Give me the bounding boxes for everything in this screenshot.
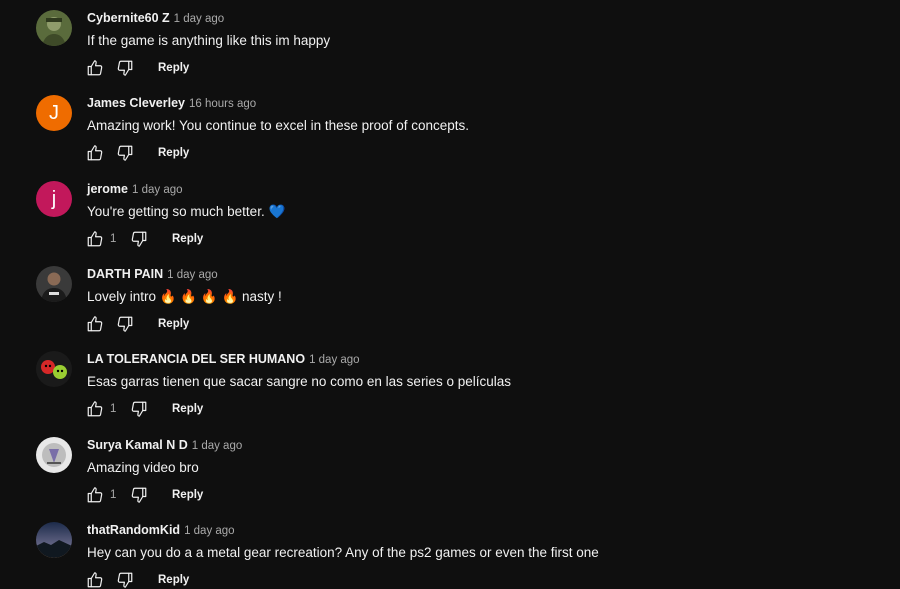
comment-header: James Cleverley 16 hours ago bbox=[87, 95, 256, 112]
comment-item: Surya Kamal N D 1 day ago Amazing video br… bbox=[0, 427, 900, 513]
comment-text: You're getting so much better. 💙 bbox=[87, 204, 286, 219]
reply-button[interactable]: Reply bbox=[172, 489, 203, 501]
comment-timestamp[interactable]: 1 day ago bbox=[192, 440, 243, 452]
comment-text: Hey can you do a a metal gear recreation… bbox=[87, 545, 599, 560]
thumbs-down-icon[interactable] bbox=[114, 142, 136, 164]
like-count: 1 bbox=[110, 233, 117, 245]
comment-header: thatRandomKid 1 day ago bbox=[87, 522, 235, 539]
reply-button[interactable]: Reply bbox=[158, 62, 189, 74]
thumbs-up-icon[interactable] bbox=[84, 398, 106, 420]
comment-actions: Reply bbox=[84, 569, 189, 589]
comment-actions: 1 Reply bbox=[84, 228, 203, 250]
comment-header: DARTH PAIN 1 day ago bbox=[87, 266, 218, 283]
soldier-avatar-icon[interactable] bbox=[36, 10, 72, 46]
comment-text: If the game is anything like this im hap… bbox=[87, 33, 331, 48]
author-name[interactable]: LA TOLERANCIA DEL SER HUMANO bbox=[87, 352, 305, 366]
comment-text: Amazing work! You continue to excel in t… bbox=[87, 118, 469, 133]
comment-actions: 1 Reply bbox=[84, 484, 203, 506]
reply-button[interactable]: Reply bbox=[172, 233, 203, 245]
author-name[interactable]: thatRandomKid bbox=[87, 523, 180, 537]
comment-actions: Reply bbox=[84, 313, 189, 335]
comment-item: DARTH PAIN 1 day ago Lovely intro 🔥 🔥 🔥 🔥 … bbox=[0, 256, 900, 342]
thumbs-up-icon[interactable] bbox=[84, 228, 106, 250]
like-count: 1 bbox=[110, 489, 117, 501]
comment-actions: Reply bbox=[84, 142, 189, 164]
comment-timestamp[interactable]: 1 day ago bbox=[174, 13, 225, 25]
comment-actions: Reply bbox=[84, 57, 189, 79]
reply-button[interactable]: Reply bbox=[172, 403, 203, 415]
thumbs-down-icon[interactable] bbox=[114, 569, 136, 589]
comment-item: LA TOLERANCIA DEL SER HUMANO 1 day ago Esa… bbox=[0, 341, 900, 427]
comment-item: J James Cleverley 16 hours ago Amazing work… bbox=[0, 85, 900, 171]
comment-timestamp[interactable]: 1 day ago bbox=[132, 184, 183, 196]
comment-text: Lovely intro 🔥 🔥 🔥 🔥 nasty ! bbox=[87, 289, 282, 304]
comment-timestamp[interactable]: 1 day ago bbox=[309, 354, 360, 366]
comment-text: Amazing video bro bbox=[87, 460, 199, 475]
thumbs-down-icon[interactable] bbox=[128, 228, 150, 250]
sunset-landscape-avatar-icon[interactable] bbox=[36, 522, 72, 558]
author-name[interactable]: jerome bbox=[87, 182, 128, 196]
author-name[interactable]: Cybernite60 Z bbox=[87, 11, 170, 25]
author-name[interactable]: DARTH PAIN bbox=[87, 267, 163, 281]
author-avatar[interactable]: J bbox=[36, 95, 72, 131]
thumbs-down-icon[interactable] bbox=[128, 484, 150, 506]
author-avatar[interactable]: j bbox=[36, 181, 72, 217]
comment-item: j jerome 1 day ago You're getting so much b… bbox=[0, 171, 900, 257]
comment-timestamp[interactable]: 16 hours ago bbox=[189, 98, 256, 110]
comment-list: Cybernite60 Z 1 day ago If the game is any… bbox=[0, 0, 900, 589]
logo-avatar-icon[interactable] bbox=[36, 437, 72, 473]
comment-item: thatRandomKid 1 day ago Hey can you do a a… bbox=[0, 512, 900, 589]
reply-button[interactable]: Reply bbox=[158, 318, 189, 330]
reply-button[interactable]: Reply bbox=[158, 147, 189, 159]
reply-button[interactable]: Reply bbox=[158, 574, 189, 586]
thumbs-up-icon[interactable] bbox=[84, 569, 106, 589]
masks-avatar-icon[interactable] bbox=[36, 351, 72, 387]
thumbs-up-icon[interactable] bbox=[84, 142, 106, 164]
thumbs-down-icon[interactable] bbox=[114, 57, 136, 79]
author-name[interactable]: James Cleverley bbox=[87, 96, 185, 110]
thumbs-down-icon[interactable] bbox=[114, 313, 136, 335]
thumbs-up-icon[interactable] bbox=[84, 57, 106, 79]
comment-item: Cybernite60 Z 1 day ago If the game is any… bbox=[0, 0, 900, 86]
thumbs-up-icon[interactable] bbox=[84, 313, 106, 335]
comment-header: LA TOLERANCIA DEL SER HUMANO 1 day ago bbox=[87, 351, 360, 368]
comment-header: Surya Kamal N D 1 day ago bbox=[87, 437, 242, 454]
comment-header: Cybernite60 Z 1 day ago bbox=[87, 10, 224, 27]
author-name[interactable]: Surya Kamal N D bbox=[87, 438, 188, 452]
comment-timestamp[interactable]: 1 day ago bbox=[167, 269, 218, 281]
comment-text: Esas garras tienen que sacar sangre no c… bbox=[87, 374, 511, 389]
thumbs-down-icon[interactable] bbox=[128, 398, 150, 420]
person-photo-avatar-icon[interactable] bbox=[36, 266, 72, 302]
comment-timestamp[interactable]: 1 day ago bbox=[184, 525, 235, 537]
like-count: 1 bbox=[110, 403, 117, 415]
comment-header: jerome 1 day ago bbox=[87, 181, 183, 198]
comment-actions: 1 Reply bbox=[84, 398, 203, 420]
thumbs-up-icon[interactable] bbox=[84, 484, 106, 506]
